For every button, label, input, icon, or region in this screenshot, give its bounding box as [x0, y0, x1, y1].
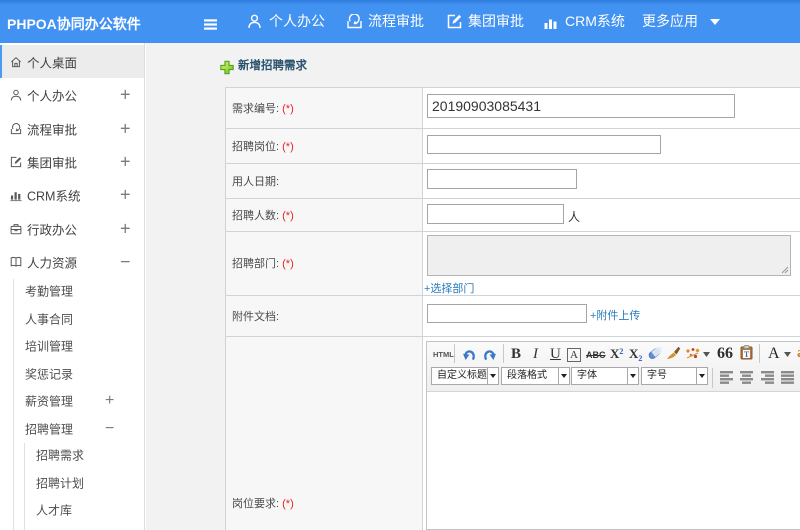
svg-text:T: T: [744, 350, 750, 359]
